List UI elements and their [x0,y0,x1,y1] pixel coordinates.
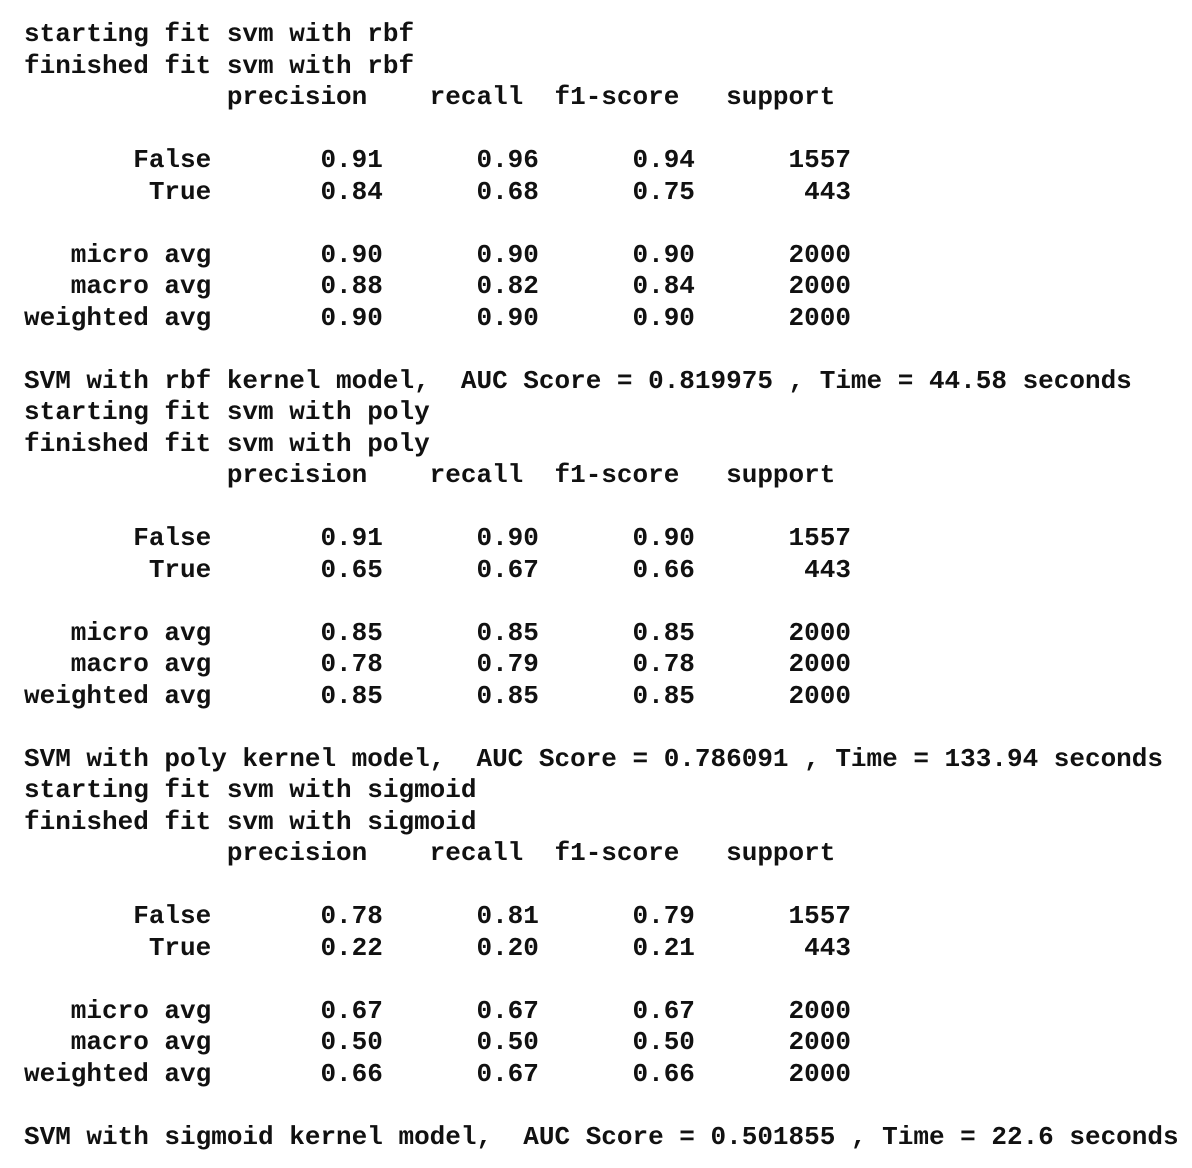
log-line: starting fit svm with poly [24,397,430,427]
log-line: finished fit svm with rbf [24,51,415,81]
report-row: weighted avg 0.66 0.67 0.66 2000 [24,1059,851,1089]
log-line: starting fit svm with sigmoid [24,775,477,805]
report-row: macro avg 0.88 0.82 0.84 2000 [24,271,851,301]
report-row: False 0.91 0.90 0.90 1557 [24,523,851,553]
report-row: macro avg 0.78 0.79 0.78 2000 [24,649,851,679]
log-line: finished fit svm with poly [24,429,430,459]
log-line: finished fit svm with sigmoid [24,807,477,837]
report-header: precision recall f1-score support [24,460,836,490]
report-row: macro avg 0.50 0.50 0.50 2000 [24,1027,851,1057]
report-row: False 0.78 0.81 0.79 1557 [24,901,851,931]
report-row: micro avg 0.85 0.85 0.85 2000 [24,618,851,648]
report-header: precision recall f1-score support [24,82,836,112]
log-line: starting fit svm with rbf [24,19,415,49]
summary-line: SVM with sigmoid kernel model, AUC Score… [24,1122,1179,1152]
summary-line: SVM with rbf kernel model, AUC Score = 0… [24,366,1132,396]
report-header: precision recall f1-score support [24,838,836,868]
report-row: True 0.84 0.68 0.75 443 [24,177,851,207]
report-row: weighted avg 0.90 0.90 0.90 2000 [24,303,851,333]
summary-line: SVM with poly kernel model, AUC Score = … [24,744,1163,774]
report-row: True 0.65 0.67 0.66 443 [24,555,851,585]
console-output: starting fit svm with rbf finished fit s… [0,0,1192,1168]
report-row: micro avg 0.67 0.67 0.67 2000 [24,996,851,1026]
report-row: weighted avg 0.85 0.85 0.85 2000 [24,681,851,711]
report-row: False 0.91 0.96 0.94 1557 [24,145,851,175]
report-row: True 0.22 0.20 0.21 443 [24,933,851,963]
report-row: micro avg 0.90 0.90 0.90 2000 [24,240,851,270]
